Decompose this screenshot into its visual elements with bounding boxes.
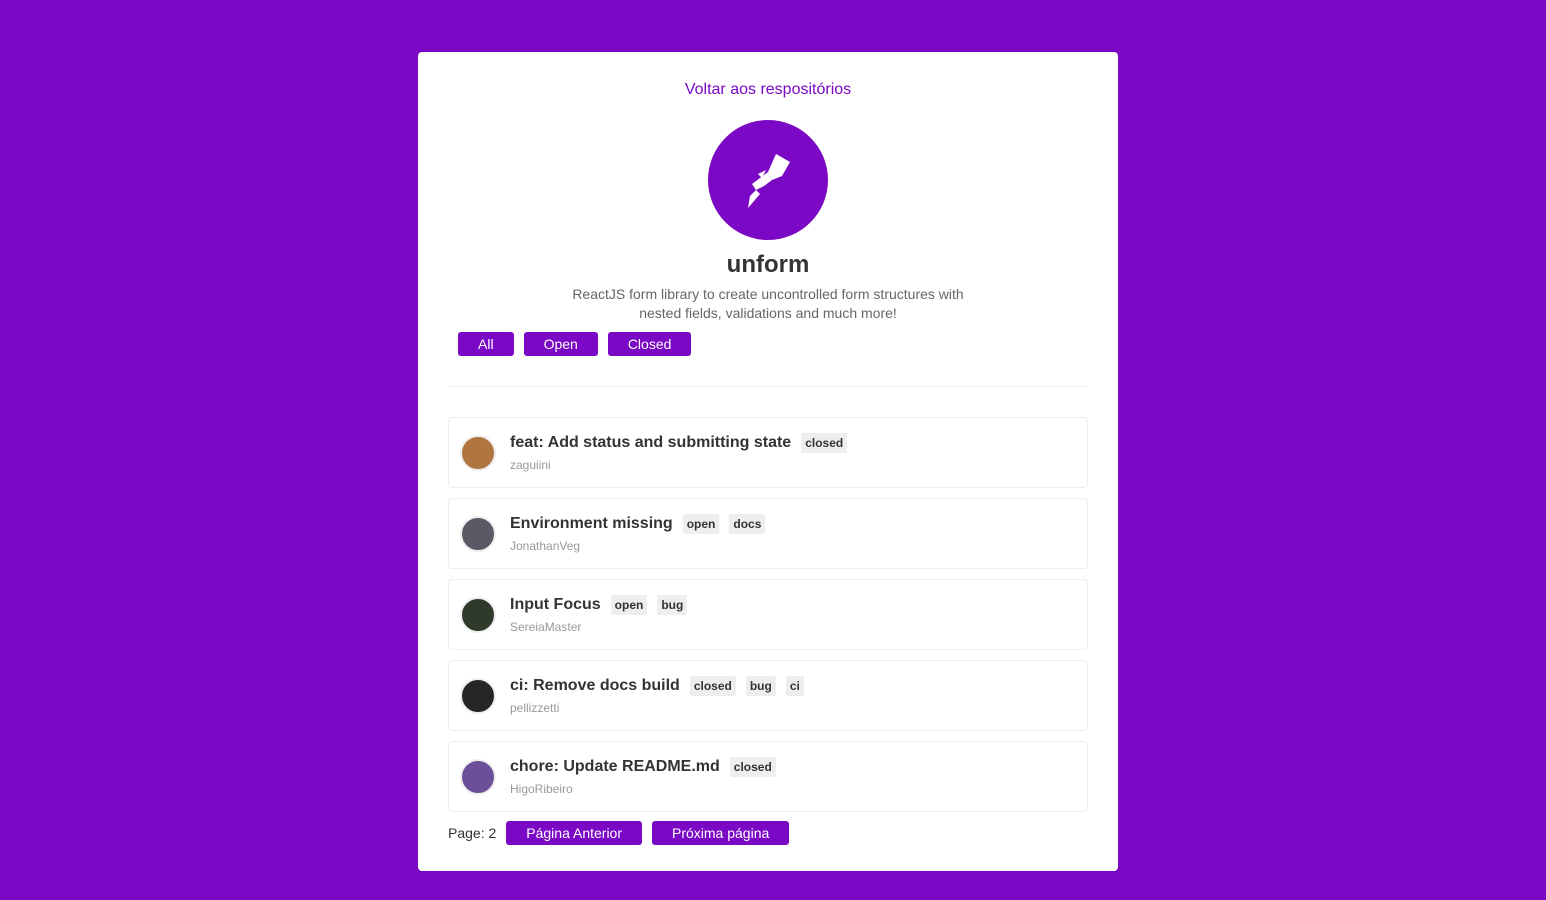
unform-logo-icon [748, 154, 790, 208]
issue-body: Environment missing open docs JonathanVe… [510, 514, 766, 553]
issue-title-row: chore: Update README.md closed [510, 757, 776, 777]
author-avatar [460, 515, 496, 552]
issue-item: feat: Add status and submitting state cl… [448, 417, 1088, 488]
repository-card: Voltar aos respositórios unform ReactJS … [418, 52, 1118, 871]
repository-header: unform ReactJS form library to create un… [448, 120, 1088, 323]
previous-page-button[interactable]: Página Anterior [506, 821, 642, 845]
issue-title-link[interactable]: ci: Remove docs build [510, 677, 680, 695]
issue-label: ci [785, 676, 804, 696]
issue-label: closed [729, 757, 776, 777]
issue-item: Input Focus open bug SereiaMaster [448, 579, 1088, 650]
issue-title-link[interactable]: feat: Add status and submitting state [510, 434, 791, 452]
issue-title-link[interactable]: Input Focus [510, 596, 601, 614]
issue-body: ci: Remove docs build closed bug ci pell… [510, 676, 804, 715]
issue-item: Environment missing open docs JonathanVe… [448, 498, 1088, 569]
repository-description: ReactJS form library to create uncontrol… [572, 286, 964, 321]
current-page: Page: 2 [448, 825, 497, 841]
issue-label: docs [729, 514, 766, 534]
issue-author: JonathanVeg [510, 539, 581, 553]
author-avatar [460, 596, 496, 633]
issue-item: ci: Remove docs build closed bug ci pell… [448, 660, 1088, 731]
issue-body: Input Focus open bug SereiaMaster [510, 595, 688, 634]
issue-title-row: feat: Add status and submitting state cl… [510, 433, 848, 453]
issue-author: SereiaMaster [510, 620, 582, 634]
issue-label: bug [745, 676, 776, 696]
issue-author: zaguiini [510, 458, 551, 472]
repository-avatar [708, 120, 828, 240]
filter-closed-button[interactable]: Closed [607, 332, 692, 356]
issue-body: feat: Add status and submitting state cl… [510, 433, 848, 472]
issue-title-link[interactable]: Environment missing [510, 515, 673, 533]
issue-label: closed [801, 433, 848, 453]
issue-list: feat: Add status and submitting state cl… [448, 417, 1088, 812]
issue-item: chore: Update README.md closed HigoRibei… [448, 741, 1088, 812]
issue-label: open [610, 595, 648, 615]
filter-open-button[interactable]: Open [523, 332, 598, 356]
issue-title-row: ci: Remove docs build closed bug ci [510, 676, 804, 696]
issue-title-row: Input Focus open bug [510, 595, 688, 615]
author-avatar [460, 758, 496, 795]
next-page-button[interactable]: Próxima página [652, 821, 790, 845]
issue-title-row: Environment missing open docs [510, 514, 766, 534]
pagination: Page: 2 Página Anterior Próxima página [448, 821, 1088, 845]
issue-body: chore: Update README.md closed HigoRibei… [510, 757, 776, 796]
author-avatar [460, 677, 496, 714]
issue-state-filters: All Open Closed [458, 332, 1088, 356]
issue-label: bug [657, 595, 688, 615]
author-avatar [460, 434, 496, 471]
issue-title-link[interactable]: chore: Update README.md [510, 758, 720, 776]
divider [448, 386, 1088, 387]
issue-label: open [682, 514, 720, 534]
filter-all-button[interactable]: All [458, 332, 514, 356]
issue-label: closed [689, 676, 736, 696]
issue-author: HigoRibeiro [510, 782, 573, 796]
back-to-repositories-link[interactable]: Voltar aos respositórios [448, 81, 1088, 99]
issue-author: pellizzetti [510, 701, 560, 715]
repository-name: unform [726, 251, 810, 278]
